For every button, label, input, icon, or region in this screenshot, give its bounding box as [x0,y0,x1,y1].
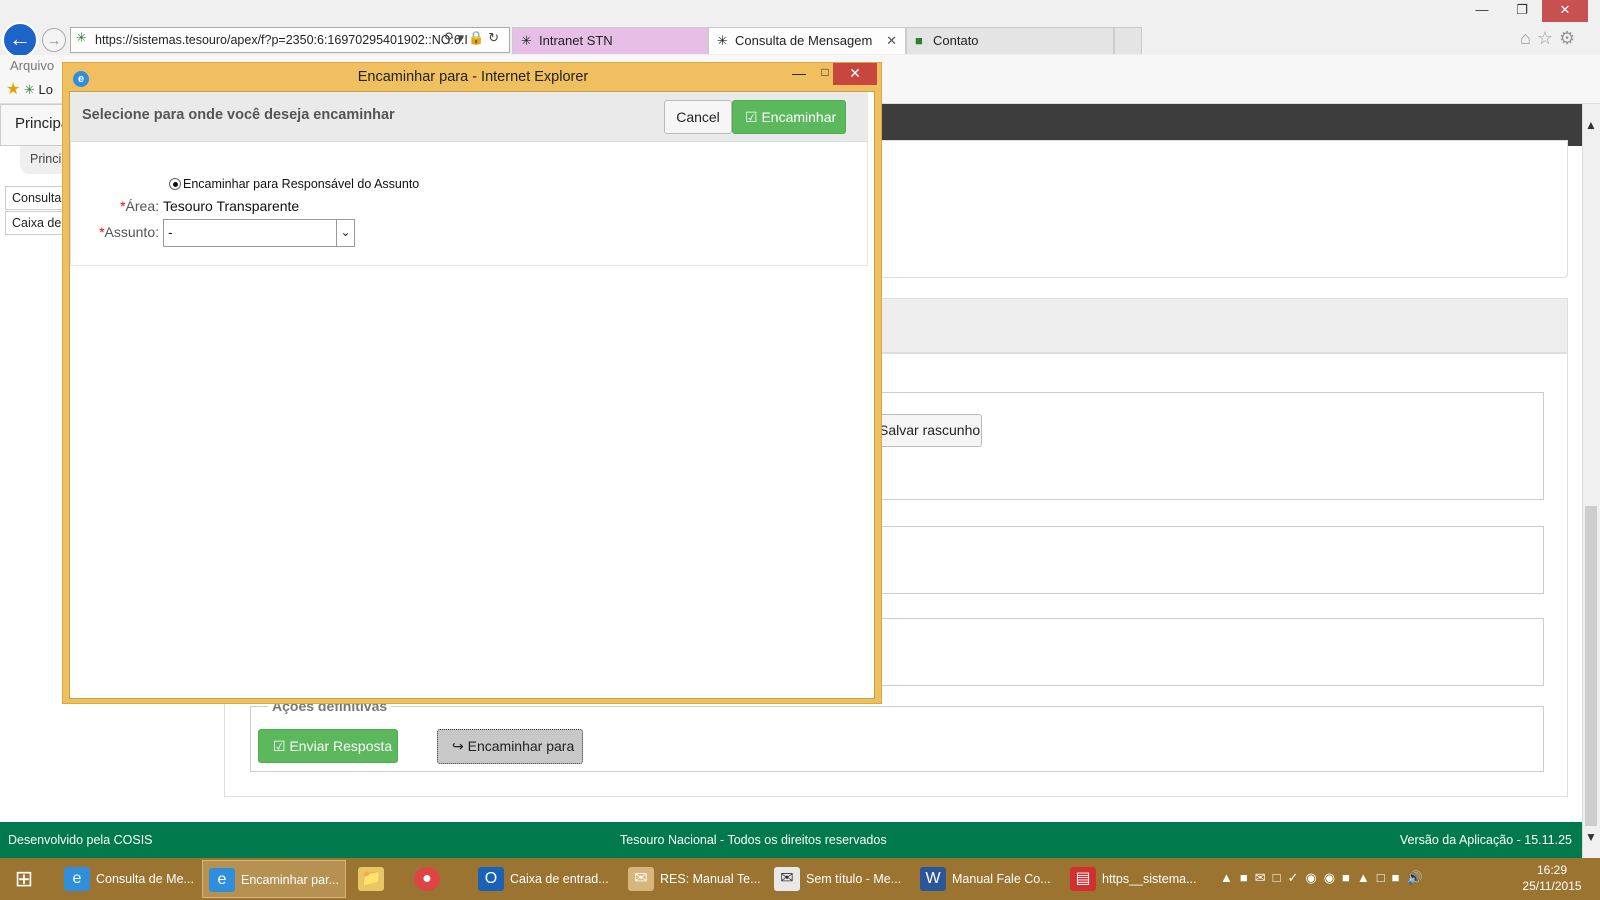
form-section [880,526,1544,594]
cancel-button[interactable]: Cancel [664,100,732,134]
menu-arquivo[interactable]: Arquivo [10,58,54,73]
taskbar: ⊞ e Consulta de Me... e Encaminhar par..… [0,858,1600,900]
window-controls: — ❐ ✕ [1462,0,1588,22]
forward-to-button[interactable]: ↪ Encaminhar para [437,729,583,764]
favorites-star-icon[interactable]: ★ [6,81,20,98]
forward-button[interactable]: ☑ Encaminhar [732,100,846,134]
close-icon[interactable]: ✕ [1542,0,1588,22]
taskbar-label: Sem título - Me... [806,872,902,886]
word-icon: W [920,867,946,891]
assunto-selected-value: - [168,224,173,240]
taskbar-label: Encaminhar par... [241,873,339,887]
scroll-down-icon[interactable]: ▼ [1582,830,1600,850]
tab-consulta-mensagem[interactable]: ✳ Consulta de Mensagem ✕ [708,27,906,54]
clock-date: 25/11/2015 [1522,879,1582,893]
ie-icon: e [73,71,89,87]
taskbar-item-consulta[interactable]: e Consulta de Me... [58,860,198,898]
footer-rights: Tesouro Nacional - Todos os direitos res… [620,833,887,847]
dialog-body: Selecione para onde você deseja encaminh… [69,91,875,699]
scroll-thumb[interactable] [1585,506,1597,826]
chrome-icon: ● [414,867,440,891]
tab-intranet-stn[interactable]: ✳ Intranet STN [512,27,708,54]
minimize-icon[interactable]: — [1462,0,1502,22]
tab-favicon-icon: ✳ [521,33,532,48]
tab-close-icon[interactable]: ✕ [886,28,897,54]
area-label: *Área: [120,198,159,214]
footer-credit: Desenvolvido pela COSIS [8,833,153,847]
tab-favicon-icon: ✳ [717,33,728,48]
panel-header [880,298,1568,353]
ie-icon: e [64,867,90,891]
tab-label: Intranet STN [539,33,613,48]
forward-label: Encaminhar [761,109,837,125]
dialog-title: Encaminhar para - Internet Explorer [357,69,589,85]
new-tab-button[interactable] [1114,27,1142,54]
area-value: Tesouro Transparente [163,198,300,214]
tab-label: Contato [933,33,979,48]
tab-contato[interactable]: ■ Contato [906,27,1114,54]
taskbar-item-pdf[interactable]: ▤ https__sistema... [1064,860,1208,898]
site-favicon-icon: ✳ [76,30,87,45]
start-button-icon[interactable]: ⊞ [0,858,48,900]
taskbar-label: Caixa de entrad... [510,872,609,886]
scroll-up-icon[interactable]: ▲ [1582,118,1600,138]
taskbar-item-res-manual[interactable]: ✉ RES: Manual Te... [622,860,764,898]
message-icon: ✉ [774,867,800,891]
folder-icon: 📁 [358,867,384,891]
forward-to-label: Encaminhar para [467,738,575,754]
taskbar-item-explorer[interactable]: 📁 [352,860,402,898]
tab-favicon-icon: ■ [915,33,923,48]
taskbar-label: https__sistema... [1102,872,1197,886]
responsavel-radio[interactable] [169,178,181,190]
send-reply-button[interactable]: ☑ Enviar Resposta [258,729,398,763]
outlook-icon: O [478,867,504,891]
responsavel-radio-label[interactable]: Encaminhar para Responsável do Assunto [183,177,419,191]
address-actions-icon[interactable]: ⚲▾🔒↻ [444,30,510,50]
taskbar-label: Manual Fale Co... [952,872,1051,886]
share-icon: ↪ [452,738,464,754]
taskbar-item-outlook[interactable]: O Caixa de entrad... [472,860,618,898]
assunto-label: *Assunto: [99,224,159,240]
side-link-caixa[interactable]: Caixa de [5,211,69,235]
side-link-consultar[interactable]: Consultar [5,186,69,210]
taskbar-label: Consulta de Me... [96,872,194,886]
taskbar-item-word[interactable]: W Manual Fale Co... [914,860,1058,898]
tab-label: Consulta de Mensagem [735,33,873,48]
dialog-header: Selecione para onde você deseja encaminh… [70,92,868,142]
check-icon: ☑ [273,738,286,754]
system-clock[interactable]: 16:29 25/11/2015 [1510,862,1594,898]
form-section [880,618,1544,686]
favorite-item[interactable]: Lo [39,82,53,97]
browser-tools-icon[interactable]: ⌂☆⚙ [1520,28,1590,50]
forward-dialog-window: Encaminhar para - Internet Explorer e — … [62,62,882,704]
restore-icon[interactable]: ❐ [1502,0,1542,22]
forward-button[interactable]: → [42,28,66,52]
radio-selected-dot [173,182,178,187]
nav-principal[interactable]: Principal [0,104,70,146]
favorite-favicon-icon: ✳ [23,82,35,97]
save-draft-button[interactable]: Salvar rascunho [866,414,982,447]
pdf-icon: ▤ [1070,867,1096,891]
back-button[interactable]: ← [2,22,38,58]
check-icon: ☑ [745,109,758,125]
content-panel [880,140,1568,278]
ie-icon: e [209,868,235,892]
dialog-heading: Selecione para onde você deseja encaminh… [82,107,395,123]
mail-icon: ✉ [628,867,654,891]
send-reply-label: Enviar Resposta [289,738,393,754]
taskbar-label: RES: Manual Te... [660,872,761,886]
assunto-select[interactable]: - ⌄ [163,219,355,247]
system-tray-icons[interactable]: ▲■✉□✓◉◉■▲□■🔊 [1220,870,1500,890]
dialog-close-icon[interactable]: ✕ [833,63,877,85]
taskbar-item-sem-titulo[interactable]: ✉ Sem título - Me... [768,860,910,898]
dialog-form: Encaminhar para Responsável do Assunto *… [70,142,868,266]
page-footer: Desenvolvido pela COSIS Tesouro Nacional… [0,822,1582,858]
chevron-down-icon[interactable]: ⌄ [336,220,354,246]
taskbar-item-chrome[interactable]: ● [408,860,464,898]
clock-time: 16:29 [1536,863,1568,877]
taskbar-item-encaminhar[interactable]: e Encaminhar par... [202,860,346,898]
footer-version: Versão da Aplicação - 15.11.25 [1399,833,1572,847]
dialog-minimize-icon[interactable]: — [787,65,811,87]
